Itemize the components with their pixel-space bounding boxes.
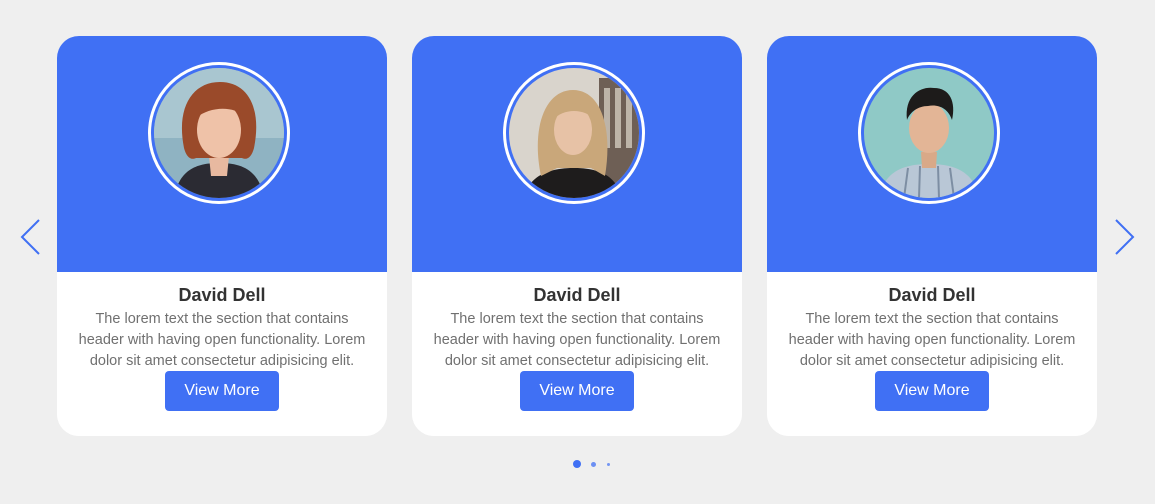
avatar-ring	[858, 62, 1000, 204]
view-more-button[interactable]: View More	[875, 371, 989, 411]
prev-slide-button[interactable]	[19, 218, 43, 256]
profile-card: David Dell The lorem text the section th…	[412, 36, 742, 436]
avatar-ring	[148, 62, 290, 204]
card-header-bg	[767, 36, 1097, 272]
pagination-dot[interactable]	[607, 462, 610, 466]
view-more-button[interactable]: View More	[165, 371, 279, 411]
next-slide-button[interactable]	[1112, 218, 1136, 256]
avatar	[864, 68, 994, 198]
card-header-bg	[412, 36, 742, 272]
card-description: The lorem text the section that contains…	[433, 311, 721, 369]
card-description: The lorem text the section that contains…	[788, 311, 1076, 369]
avatar	[154, 68, 284, 198]
card-header-bg	[57, 36, 387, 272]
chevron-left-icon	[20, 219, 40, 255]
profile-card: David Dell The lorem text the section th…	[767, 36, 1097, 436]
view-more-button[interactable]: View More	[520, 371, 634, 411]
profile-card: David Dell The lorem text the section th…	[57, 36, 387, 436]
chevron-right-icon	[1115, 219, 1135, 255]
avatar	[509, 68, 639, 198]
card-name: David Dell	[178, 285, 266, 305]
avatar-ring	[503, 62, 645, 204]
pagination-dot-active[interactable]	[573, 460, 581, 468]
card-description: The lorem text the section that contains…	[78, 311, 366, 369]
card-name: David Dell	[888, 285, 976, 305]
pagination	[0, 459, 1155, 469]
card-name: David Dell	[533, 285, 621, 305]
pagination-dot[interactable]	[591, 461, 596, 467]
